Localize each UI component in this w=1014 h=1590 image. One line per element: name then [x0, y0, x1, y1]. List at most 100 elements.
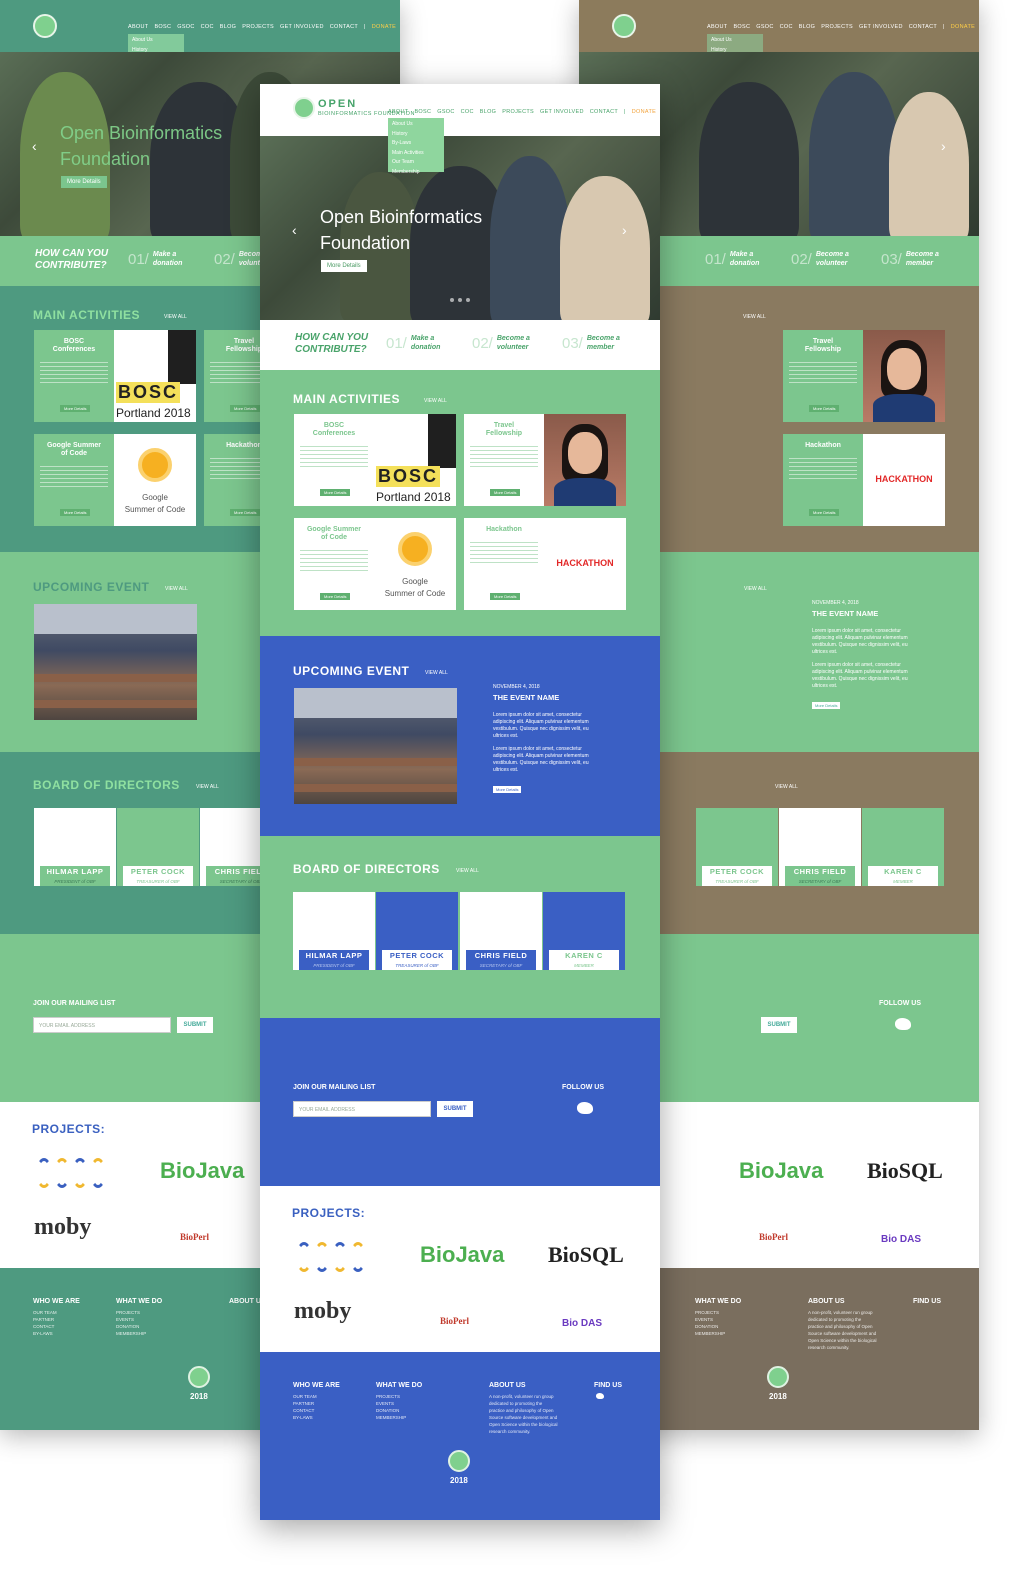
menu-item[interactable]: Main Activities: [392, 149, 440, 159]
contribute-step-member[interactable]: 03/ Become a member: [881, 250, 939, 268]
footer-link[interactable]: PARTNER: [293, 1400, 340, 1407]
nav-blog[interactable]: BLOG: [220, 24, 236, 30]
more-details-button[interactable]: More Details: [490, 489, 521, 496]
menu-item[interactable]: Our Team: [392, 158, 440, 168]
project-biojava[interactable]: BioJava: [739, 1158, 823, 1184]
nav-coc[interactable]: COC: [461, 109, 474, 115]
prev-arrow-icon[interactable]: ‹: [32, 138, 37, 154]
view-all-link[interactable]: VIEW ALL: [456, 868, 479, 874]
nav-gsoc[interactable]: GSOC: [437, 109, 454, 115]
menu-item[interactable]: Membership: [392, 168, 440, 178]
project-bioperl[interactable]: BioPerl: [180, 1232, 209, 1242]
nav-donate[interactable]: DONATE: [951, 24, 975, 30]
submit-button[interactable]: SUBMIT: [177, 1017, 213, 1033]
project-moby[interactable]: moby: [294, 1298, 351, 1325]
hero-more-button[interactable]: More Details: [321, 260, 367, 272]
footer-link[interactable]: CONTACT: [293, 1407, 340, 1414]
director-card[interactable]: KAREN C MEMBER: [543, 892, 625, 970]
submit-button[interactable]: SUBMIT: [761, 1017, 797, 1033]
project-bioperl[interactable]: BioPerl: [759, 1232, 788, 1242]
more-details-button[interactable]: More Details: [490, 593, 521, 600]
footer-link[interactable]: MEMBERSHIP: [695, 1330, 741, 1337]
nav-blog[interactable]: BLOG: [799, 24, 815, 30]
project-moby[interactable]: moby: [34, 1214, 91, 1241]
footer-link[interactable]: DONATION: [695, 1323, 741, 1330]
nav-contact[interactable]: CONTACT: [909, 24, 937, 30]
director-card[interactable]: CHRIS FIELD SECRETARY of OBF: [460, 892, 542, 970]
more-details-button[interactable]: More Details: [809, 509, 840, 516]
nav-projects[interactable]: PROJECTS: [502, 109, 534, 115]
project-biodas[interactable]: Bio DAS: [562, 1318, 602, 1329]
footer-link[interactable]: EVENTS: [695, 1316, 741, 1323]
director-card[interactable]: CHRIS FIELD SECRETARY of OBF: [779, 808, 861, 886]
obf-logo-icon[interactable]: [293, 97, 315, 119]
contribute-step-donation[interactable]: 01/ Make a donation: [705, 250, 759, 268]
event-more-button[interactable]: More Details: [812, 702, 841, 709]
footer-link[interactable]: CONTACT: [33, 1323, 80, 1330]
nav-donate[interactable]: DONATE: [372, 24, 396, 30]
obf-logo-icon[interactable]: [33, 14, 57, 38]
next-arrow-icon[interactable]: ›: [941, 138, 946, 154]
nav-blog[interactable]: BLOG: [480, 109, 496, 115]
footer-link[interactable]: PROJECTS: [116, 1309, 162, 1316]
footer-link[interactable]: EVENTS: [116, 1316, 162, 1323]
director-card[interactable]: HILMAR LAPP PRESIDENT of OBF: [34, 808, 116, 886]
nav-contact[interactable]: CONTACT: [330, 24, 358, 30]
view-all-link[interactable]: VIEW ALL: [743, 314, 766, 320]
nav-projects[interactable]: PROJECTS: [242, 24, 274, 30]
nav-about[interactable]: ABOUT: [128, 24, 148, 30]
nav-get-involved[interactable]: GET INVOLVED: [540, 109, 584, 115]
nav-about[interactable]: ABOUT: [707, 24, 727, 30]
slider-dot[interactable]: [450, 298, 454, 302]
footer-link[interactable]: BY-LAWS: [33, 1330, 80, 1337]
view-all-link[interactable]: VIEW ALL: [196, 784, 219, 790]
footer-link[interactable]: PROJECTS: [376, 1393, 422, 1400]
slider-dot[interactable]: [458, 298, 462, 302]
twitter-icon[interactable]: [577, 1102, 593, 1114]
menu-item[interactable]: About Us: [392, 120, 440, 130]
view-all-link[interactable]: VIEW ALL: [165, 586, 188, 592]
footer-link[interactable]: BY-LAWS: [293, 1414, 340, 1421]
menu-item[interactable]: About Us: [711, 36, 759, 46]
footer-link[interactable]: PROJECTS: [695, 1309, 741, 1316]
event-more-button[interactable]: More Details: [493, 786, 522, 793]
footer-link[interactable]: MEMBERSHIP: [376, 1414, 422, 1421]
email-field[interactable]: YOUR EMAIL ADDRESS: [293, 1101, 431, 1117]
nav-about[interactable]: ABOUT: [388, 109, 408, 115]
twitter-icon[interactable]: [596, 1393, 604, 1399]
contribute-step-volunteer[interactable]: 02/ Become a volunteer: [472, 334, 530, 352]
nav-coc[interactable]: COC: [201, 24, 214, 30]
hero-more-button[interactable]: More Details: [61, 176, 107, 188]
view-all-link[interactable]: VIEW ALL: [424, 398, 447, 404]
menu-item[interactable]: History: [392, 130, 440, 140]
project-biosql[interactable]: BioSQL: [548, 1242, 624, 1268]
contribute-step-volunteer[interactable]: 02/ Become a volunteer: [791, 250, 849, 268]
more-details-button[interactable]: More Details: [320, 489, 351, 496]
project-biojava[interactable]: BioJava: [160, 1158, 244, 1184]
footer-link[interactable]: PARTNER: [33, 1316, 80, 1323]
director-card[interactable]: KAREN C MEMBER: [862, 808, 944, 886]
more-details-button[interactable]: More Details: [60, 405, 91, 412]
submit-button[interactable]: SUBMIT: [437, 1101, 473, 1117]
menu-item[interactable]: By-Laws: [392, 139, 440, 149]
dna-logo-icon[interactable]: [296, 1242, 368, 1272]
footer-link[interactable]: MEMBERSHIP: [116, 1330, 162, 1337]
obf-logo-icon[interactable]: [612, 14, 636, 38]
next-arrow-icon[interactable]: ›: [622, 222, 627, 238]
nav-contact[interactable]: CONTACT: [590, 109, 618, 115]
view-all-link[interactable]: VIEW ALL: [744, 586, 767, 592]
contribute-step-donation[interactable]: 01/ Make a donation: [128, 250, 182, 268]
contribute-step-donation[interactable]: 01/ Make a donation: [386, 334, 440, 352]
nav-bosc[interactable]: BOSC: [154, 24, 171, 30]
footer-link[interactable]: DONATION: [116, 1323, 162, 1330]
contribute-step-member[interactable]: 03/ Become a member: [562, 334, 620, 352]
logo-wordmark[interactable]: OPEN: [318, 98, 357, 110]
nav-gsoc[interactable]: GSOC: [177, 24, 194, 30]
slider-dot[interactable]: [466, 298, 470, 302]
view-all-link[interactable]: VIEW ALL: [164, 314, 187, 320]
more-details-button[interactable]: More Details: [230, 509, 261, 516]
footer-link[interactable]: OUR TEAM: [33, 1309, 80, 1316]
director-card[interactable]: PETER COCK TREASURER of OBF: [696, 808, 778, 886]
project-biojava[interactable]: BioJava: [420, 1242, 504, 1268]
prev-arrow-icon[interactable]: ‹: [292, 222, 297, 238]
